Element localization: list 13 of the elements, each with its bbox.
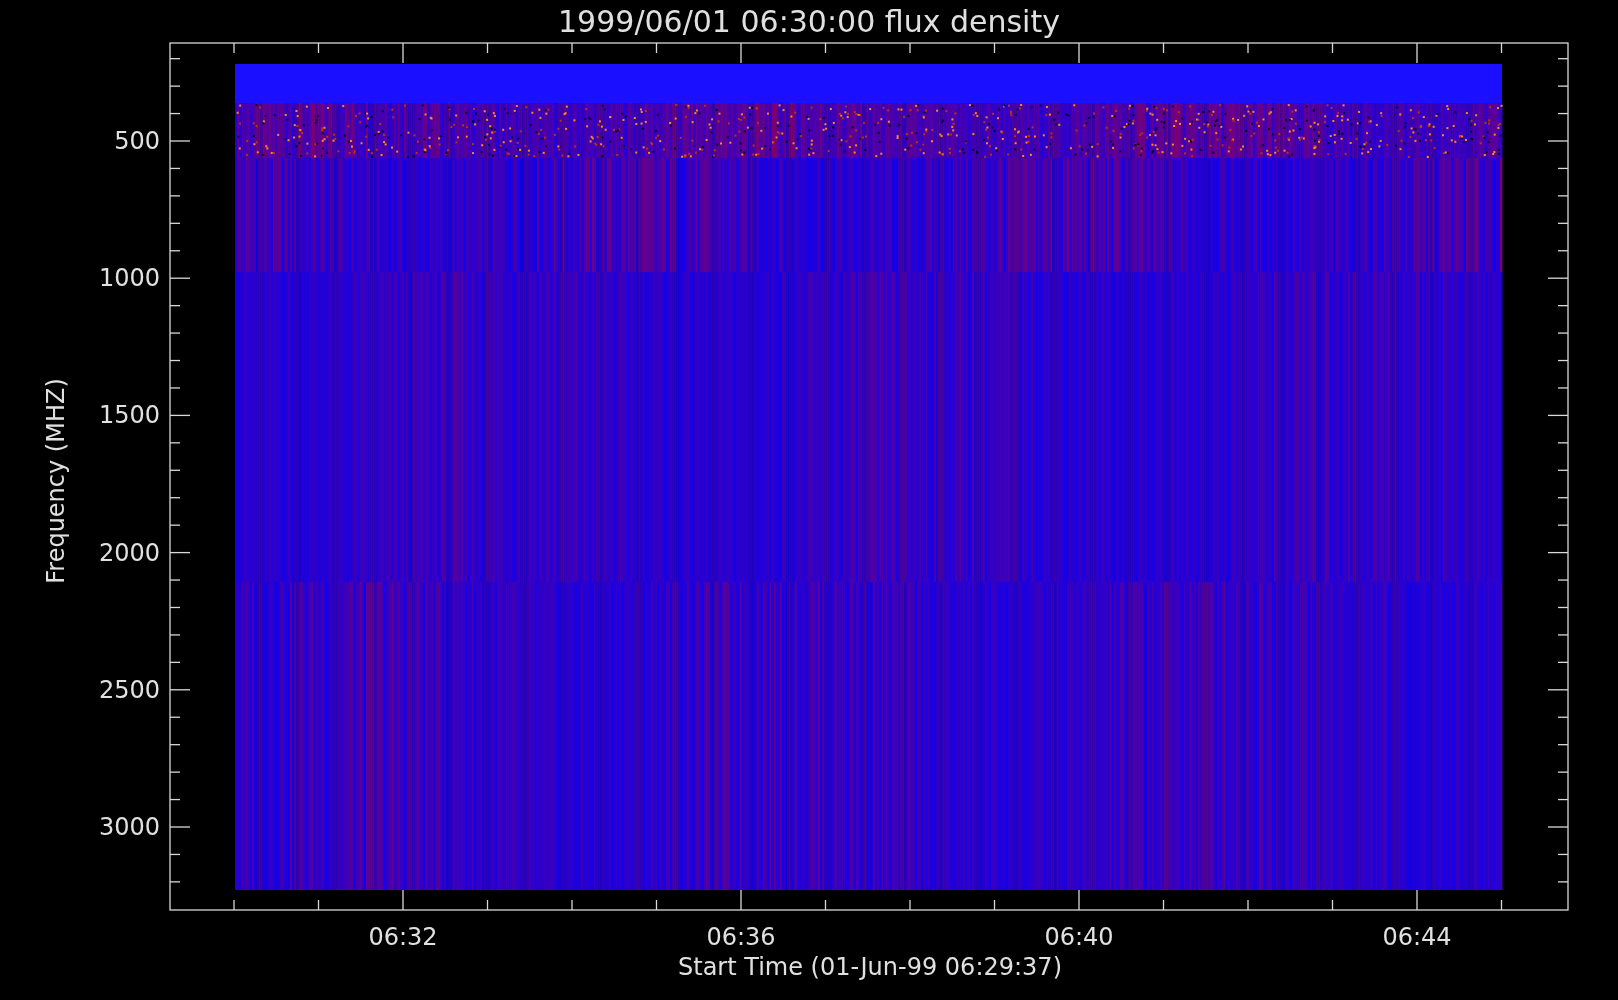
y-tick-label: 3000	[98, 813, 160, 841]
y-tick-label: 1000	[98, 264, 160, 293]
x-axis-label: Start Time (01-Jun-99 06:29:37)	[678, 953, 1062, 981]
y-axis-label: Frequency (MHZ)	[42, 378, 70, 584]
x-tick-label: 06:32	[368, 923, 438, 951]
plot-title: 1999/06/01 06:30:00 flux density	[558, 4, 1060, 39]
y-tick-label: 1500	[98, 401, 160, 430]
y-tick-label: 2500	[98, 675, 160, 704]
y-tick-label: 500	[114, 127, 160, 155]
y-tick-label: 2000	[98, 538, 160, 567]
x-tick-label: 06:40	[1044, 923, 1114, 951]
x-tick-label: 06:44	[1382, 923, 1452, 951]
x-tick-label: 06:36	[706, 923, 776, 951]
